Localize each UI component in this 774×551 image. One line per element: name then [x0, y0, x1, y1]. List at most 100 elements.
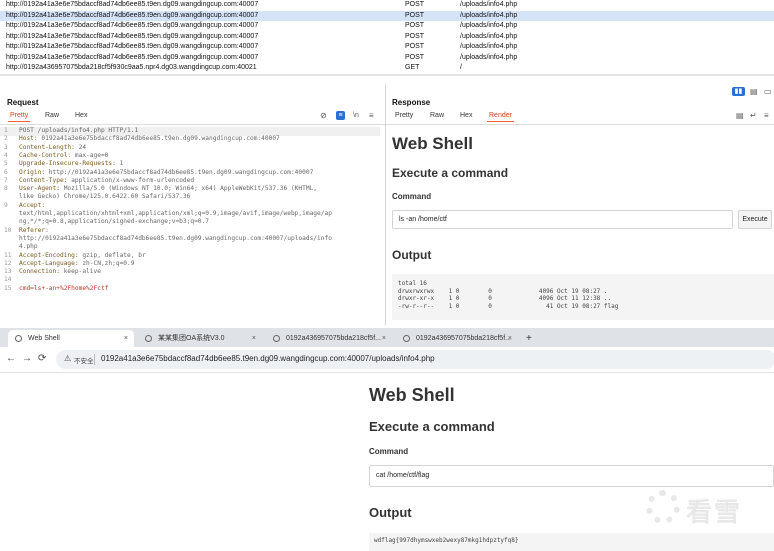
close-icon[interactable]: ×: [252, 330, 256, 347]
output-line: drwxr-xr-x 1 0 0 4096 Oct 11 12:38 ..: [398, 295, 612, 302]
history-row[interactable]: http://0192a41a3e6e75bdaccf8ad74db6ee85.…: [0, 42, 774, 53]
request-tab-pretty[interactable]: Pretty: [7, 112, 31, 122]
horizontal-scrollbar[interactable]: [0, 74, 774, 76]
code-line: 3 Content-Length: 24: [0, 144, 380, 153]
browser-tab[interactable]: 某某集团OA系统V3.0 ×: [138, 330, 262, 347]
tab-title: 0192a436957075bda218cf5f...: [286, 335, 381, 342]
newline-toggle[interactable]: \n: [353, 111, 359, 120]
response-tab-render[interactable]: Render: [487, 112, 514, 122]
line-text: Accept-Language: zh-CN,zh;q=0.9: [19, 260, 135, 269]
line-text: POST /uploads/info4.php HTTP/1.1: [19, 127, 138, 136]
forward-button[interactable]: →: [22, 353, 32, 365]
back-button[interactable]: ←: [6, 353, 16, 365]
history-path: /uploads/info4.php: [460, 11, 518, 19]
split-view-icon[interactable]: ▮▮: [732, 87, 745, 96]
browser-tab[interactable]: 0192a436957075bda218cf5f... ×: [396, 330, 518, 347]
code-line: 14: [0, 276, 380, 285]
code-line: like Gecko) Chrome/125.0.6422.60 Safari/…: [0, 193, 380, 202]
code-line: http://0192a41a3e6e75bdaccf8ad74db6ee85.…: [0, 235, 380, 244]
code-line: 1 POST /uploads/info4.php HTTP/1.1: [0, 127, 380, 136]
address-bar[interactable]: ⚠ 不安全 0192a41a3e6e75bdaccf8ad74db6ee85.t…: [56, 350, 774, 369]
menu-icon[interactable]: ≡: [369, 111, 374, 120]
command-input[interactable]: cat /home/ctf/flag: [369, 465, 774, 487]
header-value: Mozilla/5.0 (Windows NT 10.0; Win64; x64…: [59, 185, 318, 193]
history-path: /uploads/info4.php: [460, 1, 518, 8]
history-method: POST: [405, 43, 425, 50]
tab-title: Web Shell: [28, 335, 60, 342]
page-title: Web Shell: [369, 385, 455, 405]
line-number: 12: [4, 259, 12, 267]
request-editor[interactable]: 1 POST /uploads/info4.php HTTP/1.1 2 Host: …: [0, 126, 385, 325]
header-value: max-age=0: [71, 151, 109, 159]
tab-title: 0192a436957075bda218cf5f...: [416, 335, 511, 342]
line-number: 4: [4, 151, 8, 159]
output-line: total 16: [398, 280, 427, 287]
line-number: 5: [4, 160, 8, 168]
request-tab-hex[interactable]: Hex: [75, 112, 87, 119]
url-text[interactable]: 0192a41a3e6e75bdaccf8ad74db6ee85.t9en.dg…: [101, 354, 435, 363]
code-line: 8 User-Agent: Mozilla/5.0 (Windows NT 10.…: [0, 185, 380, 194]
browser-tab[interactable]: Web Shell ×: [8, 330, 134, 347]
watermark-logo-icon: [646, 490, 680, 524]
command-output: total 16 drwxrwxrwx 1 0 0 4096 Oct 19 08:…: [392, 274, 774, 320]
line-number: 15: [4, 284, 12, 292]
single-view-icon[interactable]: ▭: [764, 87, 772, 96]
line-number: 2: [4, 135, 8, 143]
line-number: 6: [4, 168, 8, 176]
warning-icon[interactable]: ⚠: [64, 354, 71, 363]
history-row[interactable]: http://0192a41a3e6e75bdaccf8ad74db6ee85.…: [0, 10, 774, 21]
watermark-text: 看雪: [686, 497, 743, 527]
request-tabs: Pretty Raw Hex: [0, 112, 385, 122]
close-icon[interactable]: ×: [508, 330, 512, 347]
request-tab-raw[interactable]: Raw: [45, 112, 59, 119]
menu-icon[interactable]: ≡: [764, 111, 769, 120]
new-tab-button[interactable]: +: [526, 330, 538, 347]
header-value: keep-alive: [59, 268, 101, 276]
header-value: gzip, deflate, br: [78, 251, 146, 259]
address-separator: [94, 354, 95, 365]
list-view-icon[interactable]: ≡: [336, 111, 345, 120]
message-editor-panes: Request Pretty Raw Hex ⊘ ≡ \n ≡ 1 POST /u…: [0, 84, 774, 325]
line-text: Accept:: [19, 202, 45, 211]
browser-tab[interactable]: 0192a436957075bda218cf5f... ×: [266, 330, 392, 347]
history-row[interactable]: http://0192a436957075bda218cf5f930c9aa5.…: [0, 63, 774, 74]
history-path: /uploads/info4.php: [460, 43, 518, 50]
response-tab-hex[interactable]: Hex: [460, 112, 472, 119]
list-view-icon[interactable]: ▤: [736, 111, 744, 120]
proxy-history-table: http://0192a41a3e6e75bdaccf8ad74db6ee85.…: [0, 0, 774, 76]
header-value: text/html,application/xhtml+xml,applicat…: [19, 210, 332, 217]
code-line: 13 Connection: keep-alive: [0, 268, 380, 277]
line-text: cmd=ls+-an+%2Fhome%2Fctf: [19, 285, 108, 294]
history-row[interactable]: http://0192a41a3e6e75bdaccf8ad74db6ee85.…: [0, 0, 774, 11]
horizontal-view-icon[interactable]: ▤: [750, 87, 758, 96]
code-line: 6 Origin: http://0192a41a3e6e75bdaccf8ad7…: [0, 169, 380, 178]
close-icon[interactable]: ×: [382, 330, 386, 347]
code-line: 5 Upgrade-Insecure-Requests: 1: [0, 160, 380, 169]
reload-button[interactable]: ⟳: [38, 353, 46, 365]
response-tab-raw[interactable]: Raw: [430, 112, 444, 119]
line-text: User-Agent: Mozilla/5.0 (Windows NT 10.0…: [19, 185, 317, 194]
history-row[interactable]: http://0192a41a3e6e75bdaccf8ad74db6ee85.…: [0, 32, 774, 43]
history-row[interactable]: http://0192a41a3e6e75bdaccf8ad74db6ee85.…: [0, 21, 774, 32]
history-method: POST: [405, 11, 425, 19]
newline-toggle-icon[interactable]: ↵: [750, 111, 757, 120]
browser-toolbar: ← → ⟳ ⚠ 不安全 0192a41a3e6e75bdaccf8ad74db6…: [0, 347, 774, 373]
hide-icon[interactable]: ⊘: [320, 111, 327, 120]
execute-button[interactable]: Execute: [738, 210, 772, 229]
header-value: 24: [74, 143, 87, 151]
code-line: 11 Accept-Encoding: gzip, deflate, br: [0, 252, 380, 261]
history-row[interactable]: http://0192a41a3e6e75bdaccf8ad74db6ee85.…: [0, 53, 774, 64]
response-tab-separator: [386, 124, 774, 125]
line-text: Cache-Control: max-age=0: [19, 152, 108, 161]
line-text: Accept-Encoding: gzip, deflate, br: [19, 252, 146, 261]
header-key: Accept:: [19, 201, 46, 209]
header-key: Connection:: [19, 268, 60, 276]
header-value: cmd=ls+-an+%2Fhome%2Fctf: [19, 284, 109, 292]
tab-title: 某某集团OA系统V3.0: [158, 335, 225, 342]
response-tab-pretty[interactable]: Pretty: [395, 112, 413, 119]
header-key: Accept-Language:: [19, 259, 79, 267]
close-icon[interactable]: ×: [124, 330, 128, 347]
history-url: http://0192a41a3e6e75bdaccf8ad74db6ee85.…: [6, 11, 259, 19]
history-url: http://0192a436957075bda218cf5f930c9aa5.…: [6, 64, 257, 71]
command-input[interactable]: ls -an /home/ctf: [392, 210, 733, 229]
